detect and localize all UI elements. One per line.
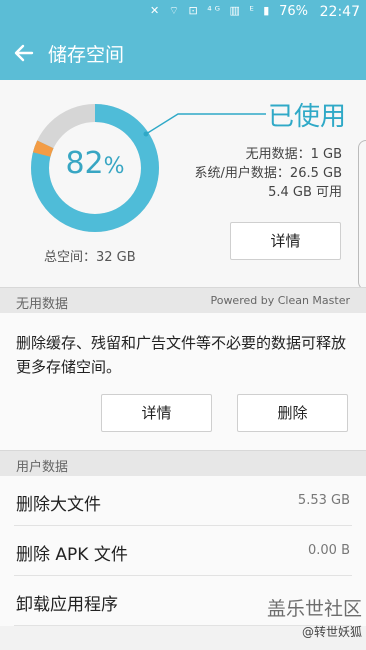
junk-detail-button[interactable]: 详情 (101, 394, 212, 432)
junk-section-title: 无用数据 (16, 297, 69, 312)
stat-system-user: 系统/用户数据：26.5 GB (194, 166, 342, 181)
list-item-large-files[interactable]: 删除大文件 5.53 GB (14, 476, 352, 526)
junk-delete-button[interactable]: 删除 (237, 394, 348, 432)
app-bar: 储存空间 (0, 27, 366, 80)
back-arrow-icon[interactable] (10, 39, 38, 67)
storage-stats: 无用数据：1 GB 系统/用户数据：26.5 GB 5.4 GB 可用 (195, 145, 342, 202)
edge-panel-handle[interactable] (358, 140, 366, 290)
clock: 22:47 (319, 4, 360, 20)
junk-section-header: 无用数据 Powered by Clean Master (0, 287, 366, 313)
watermark: 盖乐世社区 @转世妖狐 (267, 594, 362, 640)
used-percentage: 82% (30, 146, 160, 181)
status-icons: ✕ ⌔ ⊡ ⁴ᴳ ▥ ᴱ ▮ (150, 4, 273, 17)
junk-description: 删除缓存、残留和广告文件等不必要的数据可释放更多存储空间。 (16, 334, 347, 376)
watermark-site: 盖乐世社区 (266, 598, 362, 620)
powered-by: Powered by Clean Master (210, 294, 350, 307)
list-item-label: 删除 APK 文件 (16, 545, 128, 565)
user-data-section-header: 用户数据 (0, 450, 366, 476)
user-data-section-title: 用户数据 (16, 460, 69, 475)
list-item-apk-files[interactable]: 删除 APK 文件 0.00 B (14, 526, 352, 576)
storage-detail-button[interactable]: 详情 (230, 222, 341, 260)
used-label: 已使用 (268, 102, 347, 132)
battery-level: 76% (279, 4, 308, 19)
list-item-label: 卸载应用程序 (16, 595, 118, 615)
junk-section: 删除缓存、残留和广告文件等不必要的数据可释放更多存储空间。 详情 删除 (0, 313, 366, 450)
stat-junk: 无用数据：1 GB (245, 147, 342, 162)
stat-available: 5.4 GB 可用 (268, 185, 342, 200)
storage-summary: 82% 总空间：32 GB 已使用 无用数据：1 GB 系统/用户数据：26.5… (0, 80, 366, 290)
list-item-value: 5.53 GB (297, 493, 350, 508)
used-percentage-unit: % (103, 154, 125, 179)
watermark-author: @转世妖狐 (301, 625, 362, 639)
total-space: 总空间：32 GB (44, 250, 136, 265)
list-item-value: 0.00 B (308, 543, 350, 558)
status-bar: ✕ ⌔ ⊡ ⁴ᴳ ▥ ᴱ ▮ 76% 22:47 (0, 0, 366, 27)
used-percentage-value: 82 (65, 146, 104, 181)
list-item-label: 删除大文件 (16, 495, 101, 515)
page-title: 储存空间 (48, 44, 125, 66)
